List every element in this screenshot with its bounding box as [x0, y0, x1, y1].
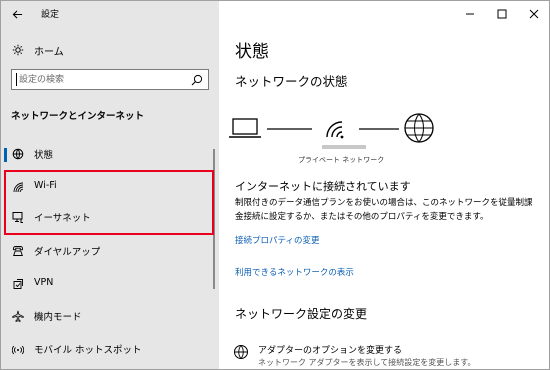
sidebar-item-vpn[interactable]: VPN	[1, 269, 215, 299]
sidebar-item-airplane-mode[interactable]: 機内モード	[1, 301, 215, 331]
adapter-globe-icon	[234, 345, 248, 359]
sidebar-item-label: 状態	[34, 150, 54, 161]
metered-description: 制限付きのデータ通信プランをお使いの場合は、このネットワークを従量制課金接続に設…	[235, 198, 533, 222]
change-connection-properties-link[interactable]: 接続プロパティの変更	[235, 234, 320, 246]
vpn-icon	[13, 279, 23, 289]
sidebar-item-dialup[interactable]: ダイヤルアップ	[1, 236, 215, 266]
adapter-options-subtitle: ネットワーク アダプターを表示して接続設定を変更します。	[258, 358, 476, 367]
text-cursor	[16, 73, 17, 86]
sidebar-item-mobile-hotspot[interactable]: モバイル ホットスポット	[1, 334, 215, 364]
sidebar-item-home[interactable]: ホーム	[1, 37, 219, 63]
app-title: 設定	[41, 10, 60, 20]
sidebar: 設定 ホーム ネットワークとインターネット 状態 Wi-Fi イーサネット ダイ…	[1, 1, 219, 369]
back-button[interactable]	[5, 3, 29, 25]
search-input[interactable]	[19, 72, 179, 87]
search-icon[interactable]	[191, 74, 203, 86]
internet-globe-icon	[404, 113, 434, 143]
sidebar-item-status[interactable]: 状態	[1, 139, 215, 169]
minimize-button[interactable]	[453, 1, 487, 27]
laptop-icon	[229, 118, 261, 138]
section-title: ネットワークとインターネット	[11, 111, 145, 122]
home-icon	[12, 44, 24, 56]
change-adapter-options-item[interactable]: アダプターのオプションを変更する ネットワーク アダプターを表示して接続設定を変…	[233, 341, 543, 369]
sidebar-item-label: 機内モード	[34, 312, 82, 323]
network-settings-heading: ネットワーク設定の変更	[235, 307, 368, 321]
main-content: 状態 ネットワークの状態 プライベート ネットワーク インターネットに接続されて…	[219, 1, 549, 369]
show-available-networks-link[interactable]: 利用できるネットワークの表示	[235, 266, 354, 278]
close-button[interactable]	[517, 1, 549, 27]
maximize-button[interactable]	[485, 1, 519, 27]
airplane-icon	[12, 310, 24, 322]
annotation-highlight-box	[4, 170, 214, 235]
blurred-network-name	[322, 145, 366, 149]
sidebar-item-label: モバイル ホットスポット	[34, 345, 142, 356]
minimize-icon	[466, 13, 474, 15]
settings-window: 設定 ホーム ネットワークとインターネット 状態 Wi-Fi イーサネット ダイ…	[0, 0, 550, 370]
sidebar-item-label: ダイヤルアップ	[34, 247, 101, 258]
globe-status-icon	[12, 148, 24, 160]
network-diagram	[229, 113, 434, 149]
search-box[interactable]	[11, 69, 209, 90]
hotspot-icon	[12, 345, 24, 355]
page-title: 状態	[235, 42, 269, 62]
network-status-heading: ネットワークの状態	[235, 74, 348, 89]
title-bar-left: 設定	[1, 1, 219, 27]
sidebar-item-label: VPN	[34, 277, 54, 288]
sidebar-item-label: ホーム	[34, 47, 64, 58]
close-icon	[529, 9, 539, 19]
back-arrow-icon	[12, 9, 22, 19]
network-profile-label: プライベート ネットワーク	[298, 156, 385, 164]
connection-status: インターネットに接続されています	[235, 180, 411, 193]
adapter-options-title: アダプターのオプションを変更する	[258, 346, 403, 356]
phone-icon	[13, 246, 23, 256]
maximize-icon	[497, 9, 507, 19]
router-wifi-icon	[326, 121, 344, 139]
